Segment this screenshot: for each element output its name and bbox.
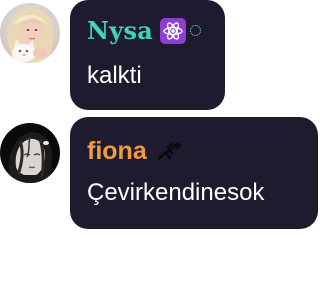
author-name[interactable]: Nysa xyxy=(87,16,153,45)
avatar[interactable] xyxy=(0,3,60,63)
chat-log: Nysa kalkti fiona Çevirkendinesok xyxy=(0,0,320,282)
avatar-image xyxy=(0,3,60,63)
author-row: fiona xyxy=(87,137,183,166)
avatar-image xyxy=(0,123,60,183)
author-name[interactable]: fiona xyxy=(87,137,147,166)
message-bubble[interactable]: fiona Çevirkendinesok xyxy=(70,117,318,229)
message-text: kalkti xyxy=(87,62,142,89)
rifle-icon xyxy=(155,139,183,168)
status-ring-icon xyxy=(190,25,202,36)
author-row: Nysa xyxy=(87,16,202,45)
atom-icon xyxy=(160,17,187,44)
message-text: Çevirkendinesok xyxy=(87,179,265,206)
message-bubble[interactable]: Nysa kalkti xyxy=(70,0,225,110)
avatar[interactable] xyxy=(0,123,60,183)
